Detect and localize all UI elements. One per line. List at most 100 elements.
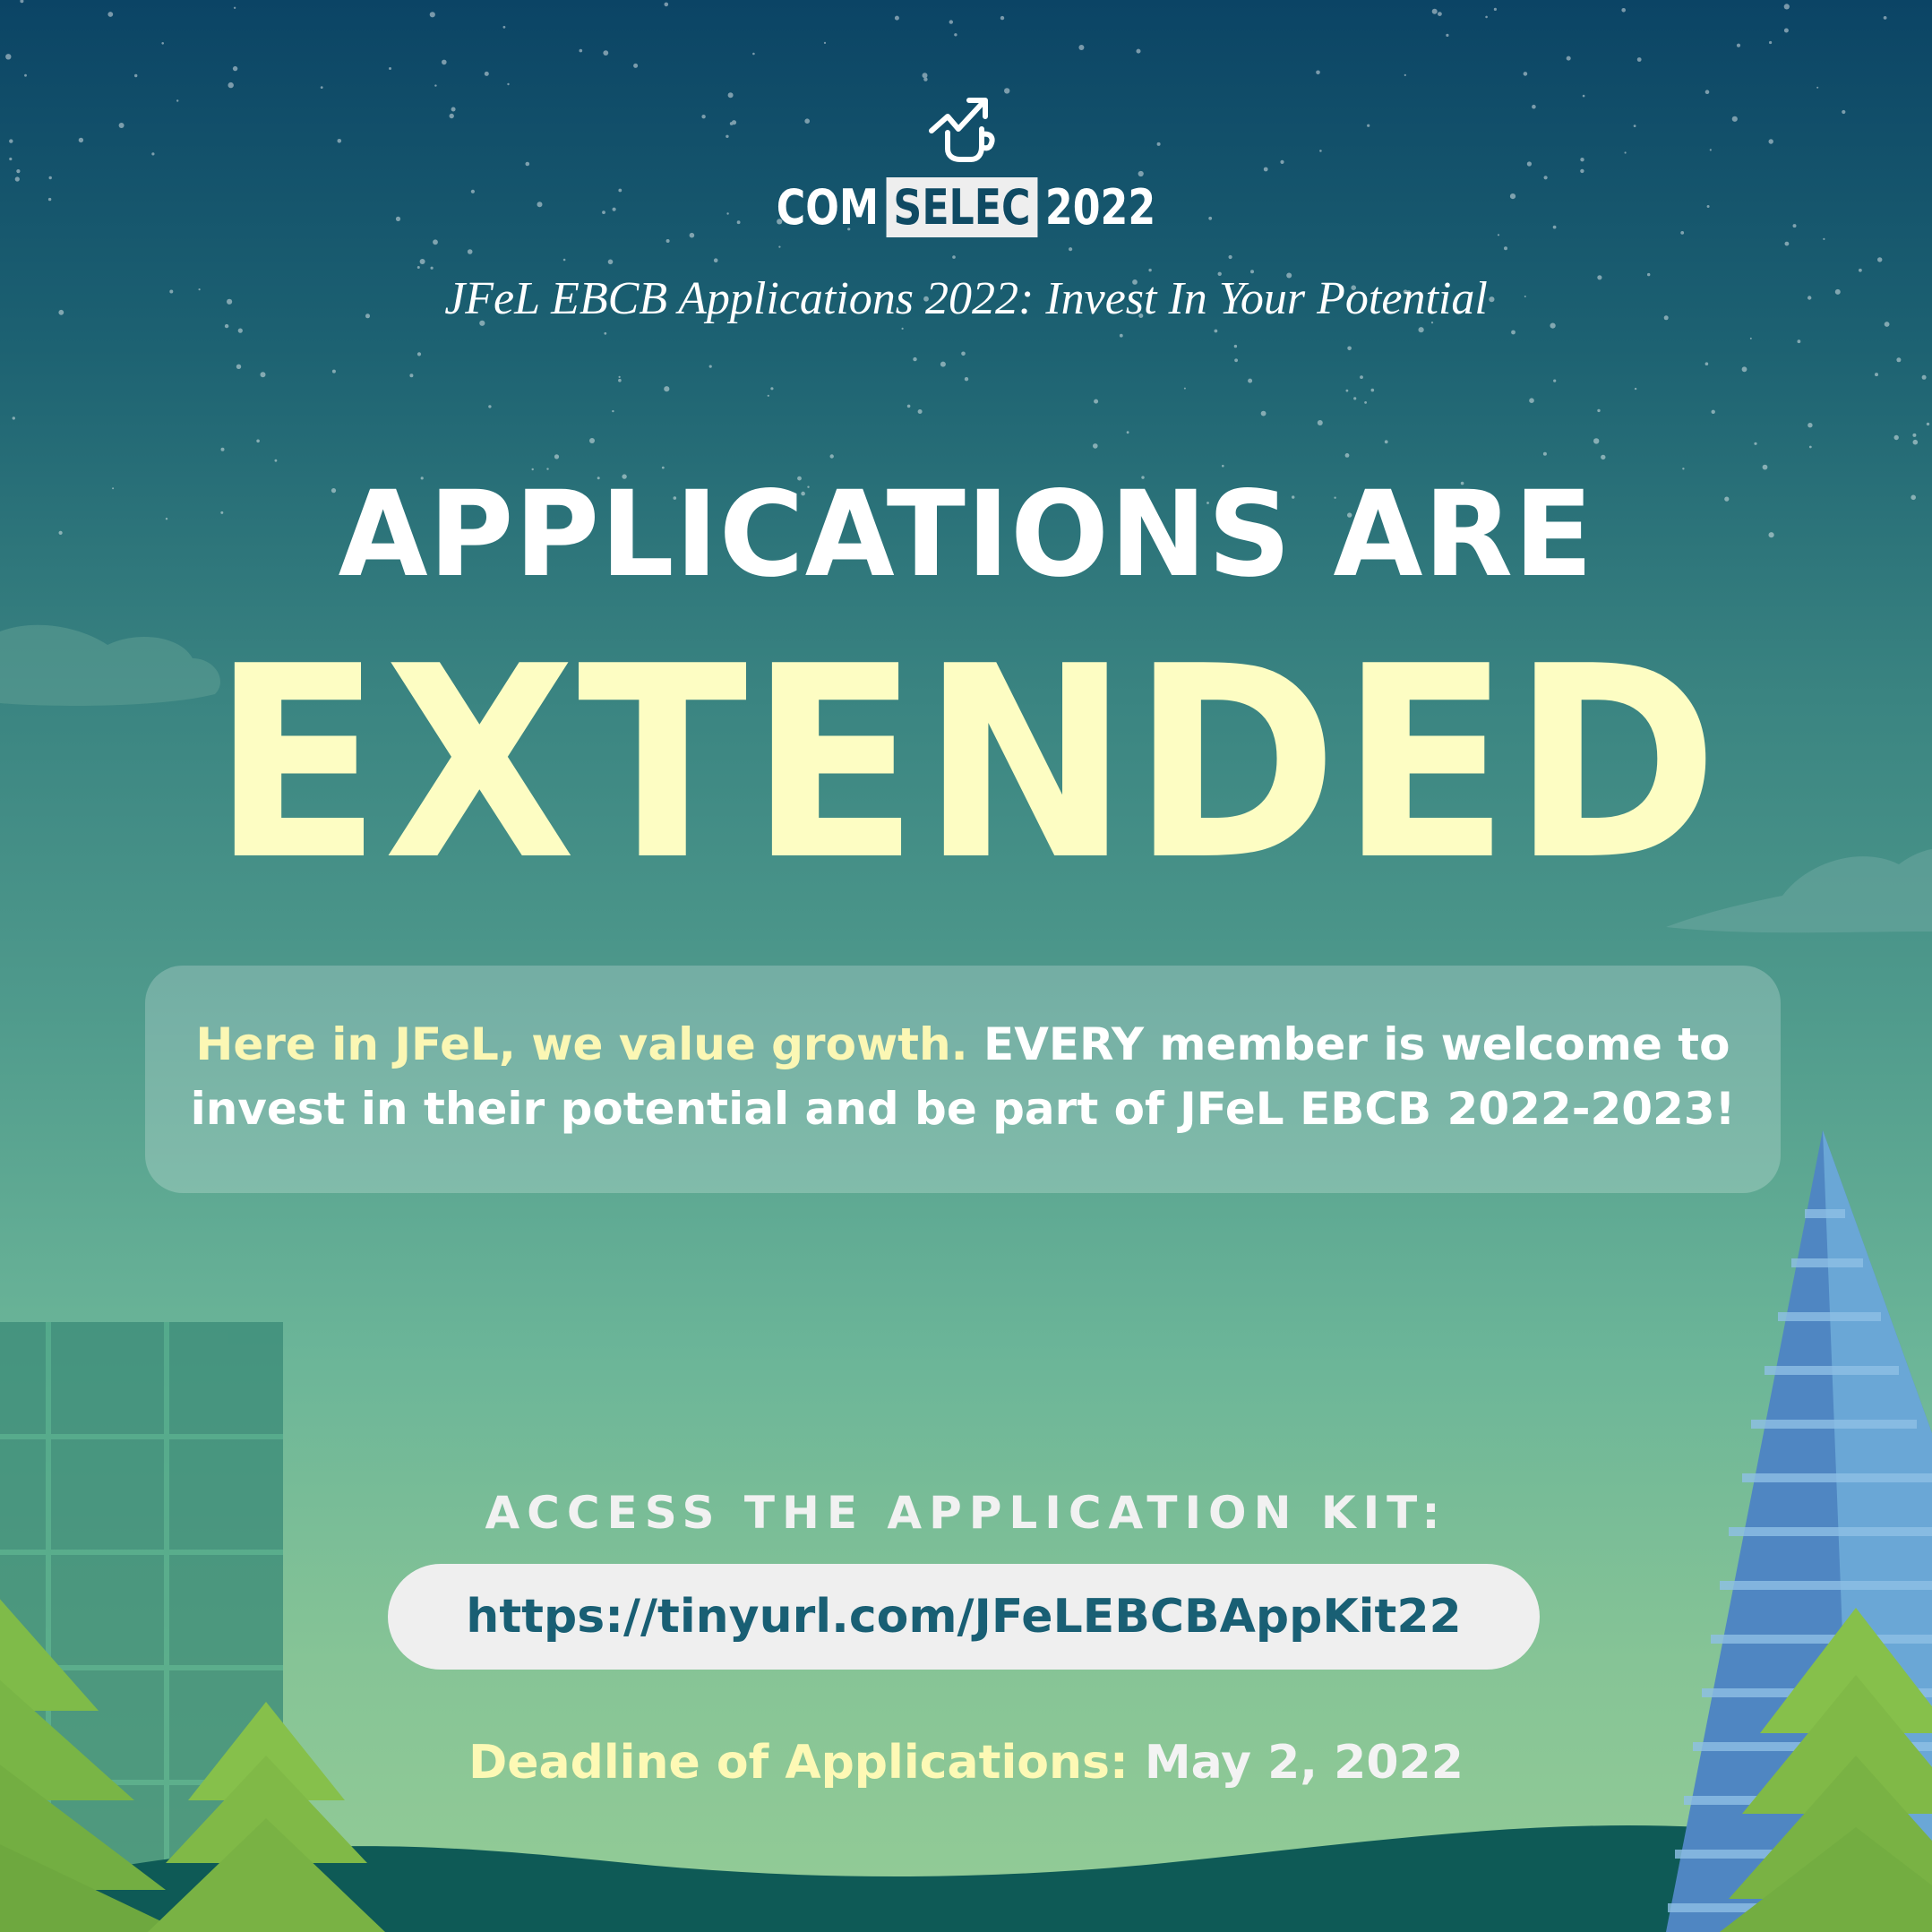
star bbox=[1156, 142, 1161, 146]
star bbox=[954, 33, 957, 37]
star bbox=[906, 404, 911, 408]
deadline-date: May 2, 2022 bbox=[1128, 1736, 1464, 1790]
star bbox=[274, 459, 278, 462]
star bbox=[176, 99, 179, 102]
star bbox=[1896, 357, 1902, 363]
star bbox=[1263, 167, 1268, 172]
star bbox=[1317, 420, 1323, 425]
star bbox=[151, 152, 155, 156]
star bbox=[1214, 329, 1218, 333]
star bbox=[952, 255, 956, 259]
star bbox=[1823, 237, 1825, 240]
star bbox=[589, 438, 595, 443]
star bbox=[633, 63, 639, 68]
star bbox=[1438, 12, 1442, 16]
star bbox=[20, 0, 24, 4]
star bbox=[1431, 8, 1438, 14]
star bbox=[1731, 116, 1738, 122]
star bbox=[1634, 387, 1637, 391]
star bbox=[416, 352, 422, 356]
star bbox=[118, 123, 125, 128]
star bbox=[48, 176, 52, 180]
star bbox=[1754, 442, 1757, 445]
poster: COM SELEC 2022 JFeL EBCB Applications 2022… bbox=[0, 0, 1932, 1932]
star bbox=[47, 197, 52, 202]
star bbox=[1148, 268, 1152, 272]
star bbox=[1912, 439, 1919, 445]
star bbox=[1921, 374, 1927, 380]
subtitle: JFeL EBCB Applications 2022: Invest In Y… bbox=[444, 273, 1488, 324]
star bbox=[1553, 379, 1557, 382]
star bbox=[389, 67, 391, 70]
star bbox=[618, 375, 621, 378]
star bbox=[1711, 409, 1715, 414]
star bbox=[1883, 16, 1887, 20]
star bbox=[767, 394, 769, 397]
star bbox=[727, 92, 734, 99]
star bbox=[894, 15, 899, 21]
star bbox=[1816, 86, 1819, 89]
star bbox=[9, 139, 13, 143]
star bbox=[14, 176, 20, 182]
star bbox=[488, 405, 492, 408]
application-kit-link[interactable]: https://tinyurl.com/JFeLEBCBAppKit22 bbox=[388, 1564, 1540, 1670]
star bbox=[1593, 438, 1600, 444]
star bbox=[612, 409, 614, 413]
deadline: Deadline of Applications: May 2, 2022 bbox=[0, 1736, 1932, 1790]
star bbox=[701, 115, 706, 119]
star bbox=[228, 82, 234, 89]
star bbox=[665, 239, 670, 243]
star bbox=[1360, 375, 1363, 379]
star bbox=[579, 48, 583, 53]
star bbox=[1078, 45, 1085, 50]
star bbox=[829, 454, 834, 459]
star bbox=[107, 12, 114, 17]
star bbox=[1367, 124, 1370, 127]
star bbox=[1636, 57, 1642, 62]
star bbox=[429, 12, 435, 18]
star bbox=[607, 259, 614, 265]
star bbox=[430, 266, 434, 270]
star bbox=[236, 364, 242, 369]
star bbox=[1384, 440, 1388, 444]
star bbox=[1228, 254, 1232, 260]
star bbox=[1842, 109, 1846, 115]
star bbox=[1280, 159, 1284, 164]
star bbox=[554, 454, 560, 459]
star bbox=[161, 42, 164, 45]
star bbox=[1004, 88, 1010, 94]
star bbox=[1769, 40, 1773, 45]
star bbox=[913, 356, 917, 362]
star bbox=[1633, 125, 1636, 128]
star bbox=[442, 59, 447, 65]
star bbox=[237, 328, 243, 333]
star bbox=[1808, 445, 1812, 449]
star bbox=[778, 245, 781, 248]
star bbox=[1511, 330, 1516, 335]
star bbox=[24, 73, 27, 77]
star bbox=[1580, 158, 1584, 162]
star bbox=[1783, 4, 1790, 10]
star bbox=[1601, 454, 1606, 460]
star bbox=[9, 157, 13, 161]
star bbox=[320, 86, 323, 89]
star bbox=[917, 409, 923, 414]
star bbox=[502, 25, 506, 29]
brand-year: 2022 bbox=[1044, 179, 1156, 236]
brand-wordmark: COM SELEC 2022 bbox=[174, 177, 1758, 237]
brand-prefix: COM bbox=[776, 179, 880, 236]
star bbox=[1523, 72, 1528, 76]
star bbox=[1582, 94, 1585, 98]
star bbox=[1260, 410, 1267, 416]
star bbox=[1736, 43, 1741, 47]
star bbox=[484, 71, 489, 76]
star bbox=[1126, 431, 1129, 434]
star bbox=[134, 73, 138, 78]
star bbox=[708, 365, 712, 368]
star bbox=[1504, 246, 1507, 251]
star bbox=[1797, 339, 1801, 344]
headline-line1: APPLICATIONS ARE bbox=[338, 466, 1594, 604]
star bbox=[1532, 104, 1536, 109]
kit-heading: ACCESS THE APPLICATION KIT: bbox=[485, 1487, 1447, 1539]
star bbox=[1370, 388, 1375, 392]
